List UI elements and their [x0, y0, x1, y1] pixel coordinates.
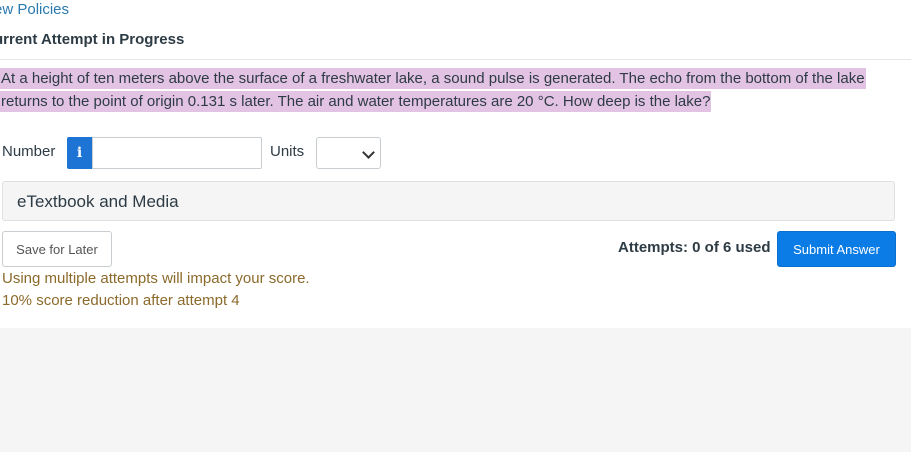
question-text: At a height of ten meters above the surf… — [0, 67, 894, 113]
units-select[interactable] — [316, 137, 381, 169]
etextbook-media-panel[interactable]: eTextbook and Media — [2, 181, 895, 221]
view-policies-link[interactable]: ew Policies — [0, 1, 69, 18]
info-icon[interactable]: i — [67, 137, 92, 169]
attempts-warning: Using multiple attempts will impact your… — [2, 270, 310, 287]
units-label: Units — [270, 143, 305, 160]
divider — [0, 59, 911, 60]
attempt-status-heading: urrent Attempt in Progress — [0, 31, 185, 48]
score-reduction-notice: 10% score reduction after attempt 4 — [2, 292, 240, 309]
save-for-later-button[interactable]: Save for Later — [2, 231, 112, 267]
etextbook-media-label: eTextbook and Media — [17, 192, 179, 211]
question-highlight: At a height of ten meters above the surf… — [0, 68, 866, 112]
attempts-counter: Attempts: 0 of 6 used — [618, 239, 771, 256]
number-input[interactable] — [92, 137, 262, 169]
chevron-down-icon — [362, 146, 375, 159]
submit-answer-button[interactable]: Submit Answer — [777, 231, 896, 267]
footer-area — [0, 328, 911, 452]
number-label: Number — [2, 143, 56, 160]
